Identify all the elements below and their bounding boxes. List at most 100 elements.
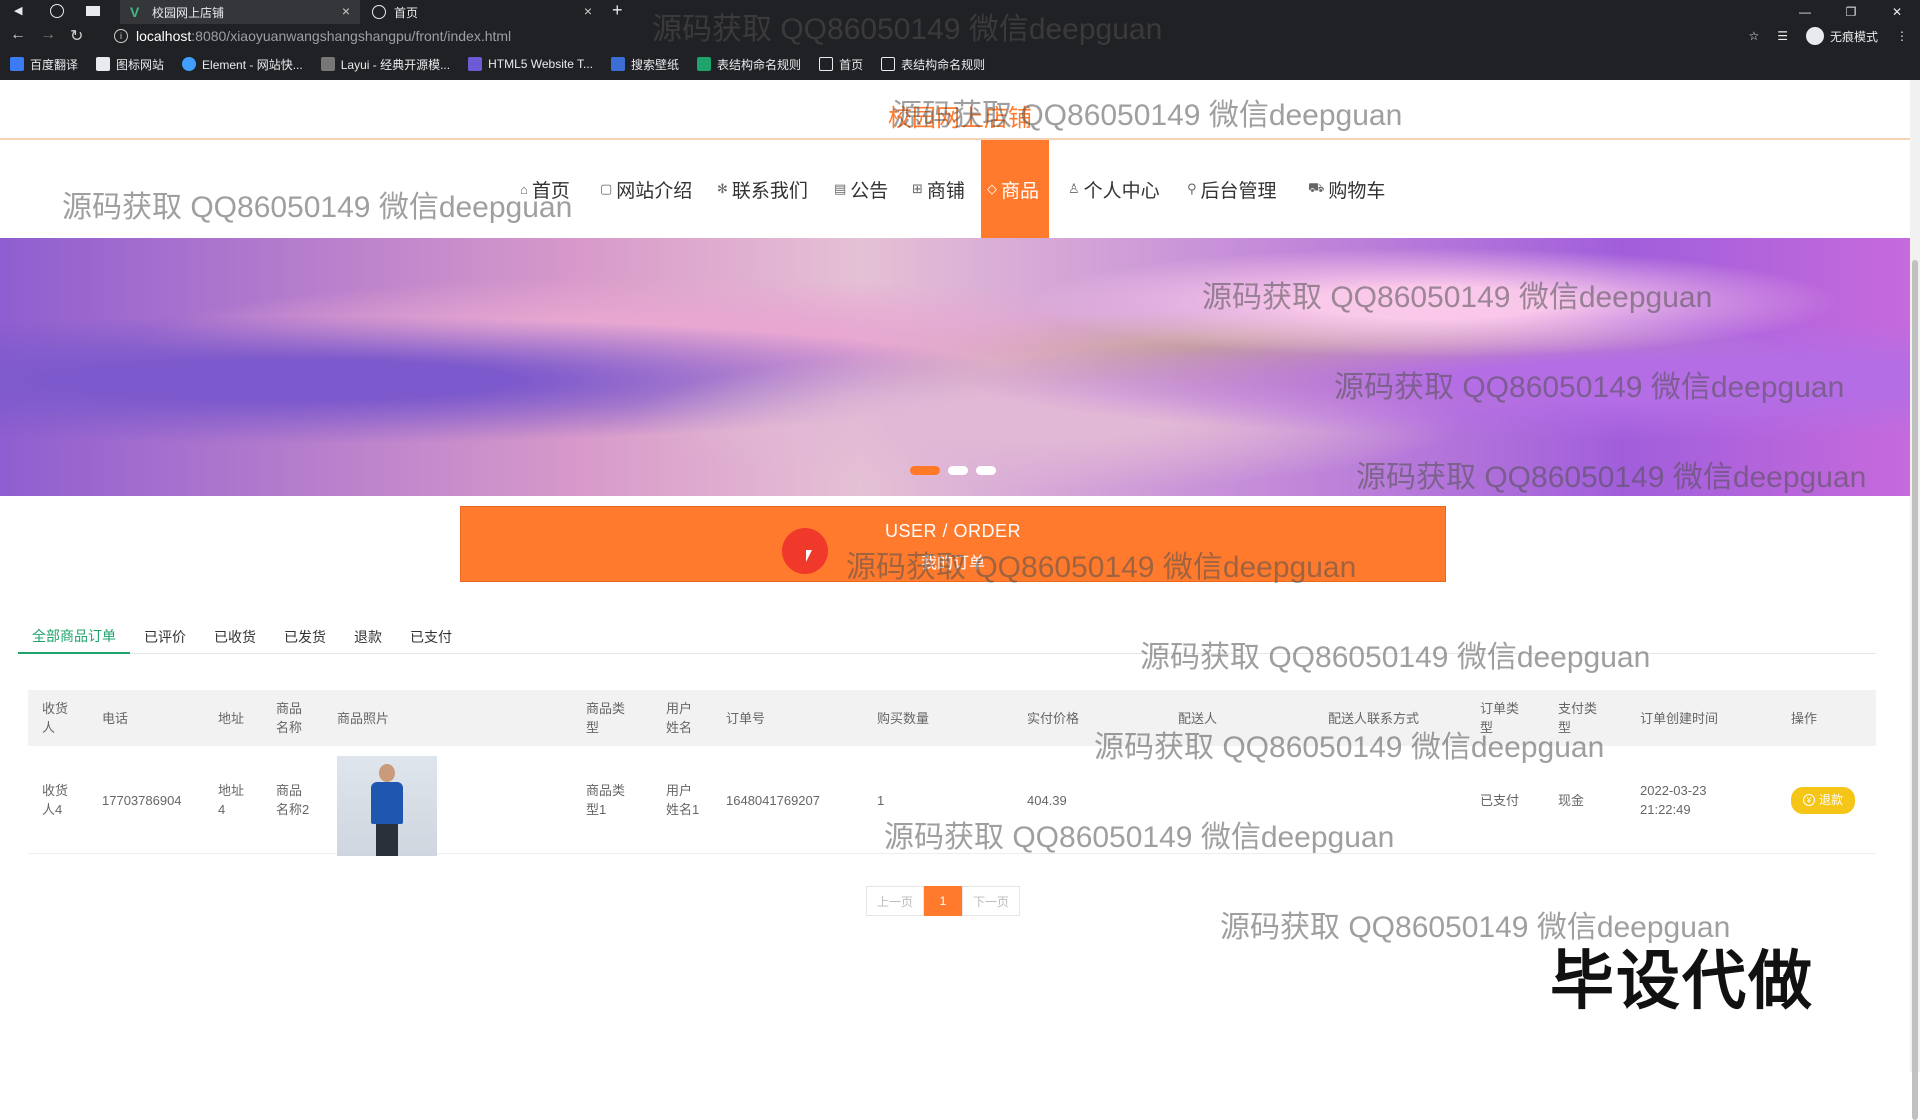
forward-icon[interactable]: → xyxy=(40,26,56,46)
nav-item-home[interactable]: ⌂ 首页 xyxy=(520,140,570,238)
col-header: 订单创建时间 xyxy=(1640,710,1719,726)
cell-courier xyxy=(1178,746,1258,854)
url-path: :8080/xiaoyuanwangshangshangpu/front/ind… xyxy=(191,28,512,44)
grid-icon: ⊞ xyxy=(912,181,923,196)
cell-address: 地址4 xyxy=(218,783,245,817)
globe-icon xyxy=(881,57,896,71)
nav-item-products[interactable]: ◇ 商品 xyxy=(981,140,1049,238)
page-number-button[interactable]: 1 xyxy=(924,886,963,916)
cell-quantity: 1 xyxy=(877,792,885,808)
close-tab-icon[interactable]: × xyxy=(342,3,350,19)
menu-icon[interactable]: ⋮ xyxy=(1896,29,1908,43)
table-header: 收货人 电话 地址 商品名称 商品照片 商品类型 用户姓名 订单号 购买数量 实… xyxy=(28,690,1876,746)
tab-bar-left-icons: ◀ xyxy=(14,4,100,18)
incognito-icon xyxy=(1805,27,1824,45)
incognito-indicator[interactable]: 无痕模式 xyxy=(1805,27,1878,45)
order-header-cn: 我的订单 xyxy=(920,555,985,572)
tab-shipped[interactable]: 已发货 xyxy=(270,620,340,654)
bookmark-item[interactable]: HTML5 Website T... xyxy=(468,57,593,71)
close-window-icon[interactable]: ✕ xyxy=(1874,0,1920,24)
bookmark-item[interactable]: 表结构命名规则 xyxy=(881,56,985,73)
carousel-dot[interactable] xyxy=(948,466,968,475)
nav-item-about[interactable]: ▢ 网站介绍 xyxy=(600,140,692,238)
cell-courier-contact xyxy=(1328,746,1438,854)
tab-inactive[interactable]: 首页 × xyxy=(362,0,602,24)
info-icon[interactable]: i xyxy=(114,29,128,43)
scrollbar-thumb[interactable] xyxy=(1912,260,1918,1120)
bookmark-item[interactable]: Layui - 经典开源模... xyxy=(320,56,450,73)
cell-product-name: 商品名称2 xyxy=(276,783,310,817)
col-header: 操作 xyxy=(1791,710,1818,726)
bookmark-item[interactable]: 表结构命名规则 xyxy=(697,56,801,73)
col-header: 订单类型 xyxy=(1480,701,1520,735)
address-bar: ← → ↻ i localhost:8080/xiaoyuanwangshang… xyxy=(0,24,1920,48)
cell-order-type: 已支付 xyxy=(1480,792,1520,808)
prev-page-button[interactable]: 上一页 xyxy=(866,886,925,916)
tab-active[interactable]: V 校园网上店铺 × xyxy=(120,0,360,24)
back-icon[interactable]: ← xyxy=(10,26,26,46)
speaker-icon[interactable]: ◀ xyxy=(14,4,28,18)
yen-icon: ¥ xyxy=(1803,794,1815,806)
product-photo[interactable] xyxy=(337,756,437,856)
vue-logo-icon: V xyxy=(130,4,140,20)
carousel-dot[interactable] xyxy=(976,466,996,475)
banner-carousel[interactable] xyxy=(0,238,1910,496)
nav-item-admin[interactable]: ⚲ 后台管理 xyxy=(1187,140,1277,238)
col-header: 商品照片 xyxy=(337,710,390,726)
cell-product-type: 商品类型1 xyxy=(586,783,626,817)
doc-icon: ▢ xyxy=(600,181,613,196)
nav-item-cart[interactable]: ⛟ 购物车 xyxy=(1308,140,1385,238)
col-header: 商品类型 xyxy=(586,701,626,735)
tab-received[interactable]: 已收货 xyxy=(200,620,270,654)
tab-all-orders[interactable]: 全部商品订单 xyxy=(18,620,130,654)
wallpaper-icon xyxy=(611,57,626,71)
star-icon[interactable]: ☆ xyxy=(1748,29,1759,43)
browser-globe-icon[interactable] xyxy=(50,4,64,18)
globe-icon xyxy=(819,57,834,71)
col-header: 购买数量 xyxy=(877,710,930,726)
nav-item-profile[interactable]: ♙ 个人中心 xyxy=(1068,140,1160,238)
new-tab-button[interactable]: + xyxy=(612,0,623,21)
nav-item-notice[interactable]: ▤ 公告 xyxy=(834,140,888,238)
col-header: 支付类型 xyxy=(1558,701,1598,735)
bookmark-item[interactable]: 百度翻译 xyxy=(10,56,78,73)
nav-item-shops[interactable]: ⊞ 商铺 xyxy=(912,140,965,238)
col-header: 配送人 xyxy=(1178,710,1218,726)
pagination: 上一页 1 下一页 xyxy=(866,886,1021,916)
col-header: 用户姓名 xyxy=(666,701,693,735)
sheet-icon xyxy=(697,57,712,71)
link-icon: ⚲ xyxy=(1187,181,1197,196)
bookmark-item[interactable]: 搜索壁纸 xyxy=(611,56,679,73)
reading-list-icon[interactable]: ☰ xyxy=(1777,29,1788,43)
nav-item-contact[interactable]: ✻ 联系我们 xyxy=(717,140,808,238)
globe-icon xyxy=(372,5,386,19)
col-header: 电话 xyxy=(102,710,129,726)
cart-icon: ⛟ xyxy=(1308,180,1325,195)
cursor-highlight xyxy=(782,528,828,574)
tab-reviewed[interactable]: 已评价 xyxy=(130,620,200,654)
reload-icon[interactable]: ↻ xyxy=(70,26,83,46)
nav-buttons: ← → ↻ xyxy=(10,26,83,46)
bookmark-item[interactable]: Element - 网站快... xyxy=(182,56,303,73)
carousel-dot[interactable] xyxy=(910,466,940,475)
restore-icon[interactable]: ❐ xyxy=(1828,0,1874,24)
tab-refund[interactable]: 退款 xyxy=(340,620,396,654)
cell-price: 404.39 xyxy=(1027,792,1067,808)
next-page-button[interactable]: 下一页 xyxy=(962,886,1021,916)
col-header: 地址 xyxy=(218,710,245,726)
window-icon[interactable] xyxy=(86,6,100,16)
minimize-icon[interactable]: — xyxy=(1782,0,1828,24)
bookmark-item[interactable]: 首页 xyxy=(819,56,863,73)
tab-paid[interactable]: 已支付 xyxy=(396,620,466,654)
bookmarks-bar: 百度翻译 图标网站 Element - 网站快... Layui - 经典开源模… xyxy=(0,48,1920,80)
refund-button[interactable]: ¥ 退款 xyxy=(1791,786,1856,814)
cell-receiver: 收货人4 xyxy=(42,783,69,817)
col-header: 商品名称 xyxy=(276,701,303,735)
close-tab-icon[interactable]: × xyxy=(584,3,592,19)
page-scrollbar[interactable] xyxy=(1910,80,1920,1120)
user-icon: ♙ xyxy=(1068,181,1080,196)
window-controls: — ❐ ✕ xyxy=(1782,0,1920,24)
cell-order-no: 1648041769207 xyxy=(726,792,820,808)
url-field[interactable]: i localhost:8080/xiaoyuanwangshangshangp… xyxy=(114,26,1774,46)
bookmark-item[interactable]: 图标网站 xyxy=(96,56,164,73)
